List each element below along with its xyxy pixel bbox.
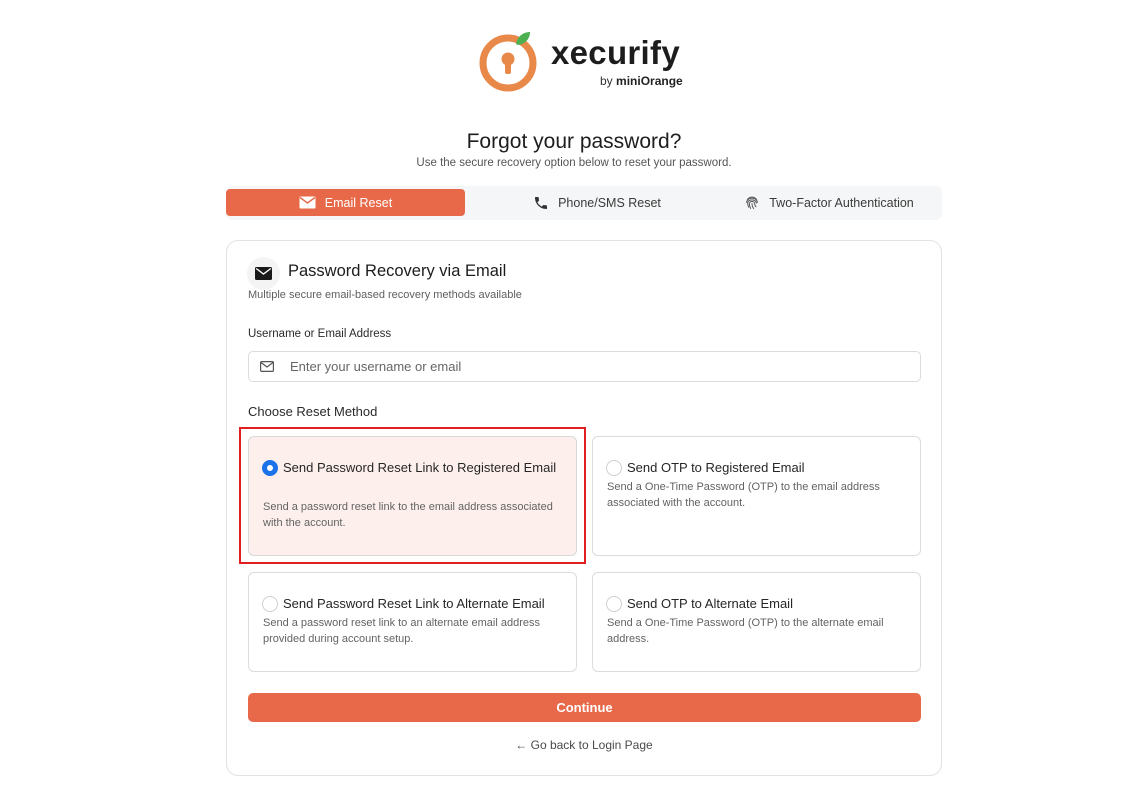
fingerprint-icon [746,196,759,209]
page-subtitle: Use the secure recovery option below to … [416,157,732,169]
radio-unselected[interactable] [606,596,622,612]
phone-icon [535,196,548,209]
lock-logo-icon [479,32,537,92]
back-to-login-link[interactable]: ← Go back to Login Page [515,738,652,752]
option-title: Send OTP to Alternate Email [627,596,793,611]
card-icon-wrapper [247,257,280,290]
card-title: Password Recovery via Email [288,262,507,280]
mail-icon [260,361,274,372]
option-description: Send a password reset link to an alterna… [263,617,540,645]
brand-name: xecurify [551,34,680,71]
option-description: Send a One-Time Password (OTP) to the al… [607,617,884,645]
option-reset-link-registered-email[interactable]: Send Password Reset Link to Registered E… [248,436,577,556]
option-description: Send a One-Time Password (OTP) to the em… [607,481,880,509]
radio-selected[interactable] [262,460,278,476]
password-recovery-card: Password Recovery via Email Multiple sec… [226,240,942,776]
mail-icon [255,267,272,280]
reset-method-tabs: Email Reset Phone/SMS Reset Two-Factor A… [226,186,942,220]
brand-byline: by miniOrange [600,74,683,88]
brand-company: miniOrange [616,74,683,88]
radio-unselected[interactable] [606,460,622,476]
tab-email-reset[interactable]: Email Reset [226,189,465,216]
page-title: Forgot your password? [466,130,682,153]
username-email-input[interactable] [290,359,890,374]
option-otp-registered-email[interactable]: Send OTP to Registered Email Send a One-… [592,436,921,556]
radio-unselected[interactable] [262,596,278,612]
continue-button[interactable]: Continue [248,693,921,722]
mail-icon [299,196,316,209]
username-field-label: Username or Email Address [248,328,392,340]
tab-label: Two-Factor Authentication [769,195,914,210]
option-title: Send Password Reset Link to Registered E… [283,460,557,475]
back-to-login: ← Go back to Login Page [227,738,941,752]
tab-phone-sms-reset[interactable]: Phone/SMS Reset [479,189,715,216]
brand-by-prefix: by [600,74,613,88]
card-subtitle: Multiple secure email-based recovery met… [248,289,522,301]
option-title: Send Password Reset Link to Alternate Em… [283,596,545,611]
option-otp-alternate-email[interactable]: Send OTP to Alternate Email Send a One-T… [592,572,921,672]
tab-two-factor-authentication[interactable]: Two-Factor Authentication [716,189,942,216]
tab-label: Email Reset [324,195,393,210]
option-reset-link-alternate-email[interactable]: Send Password Reset Link to Alternate Em… [248,572,577,672]
choose-reset-method-label: Choose Reset Method [248,404,378,419]
option-description: Send a password reset link to the email … [263,501,553,529]
tab-label: Phone/SMS Reset [558,195,661,210]
brand-logo: xecurify by miniOrange [478,30,698,94]
option-title: Send OTP to Registered Email [627,460,805,475]
username-field-wrapper [248,351,921,382]
